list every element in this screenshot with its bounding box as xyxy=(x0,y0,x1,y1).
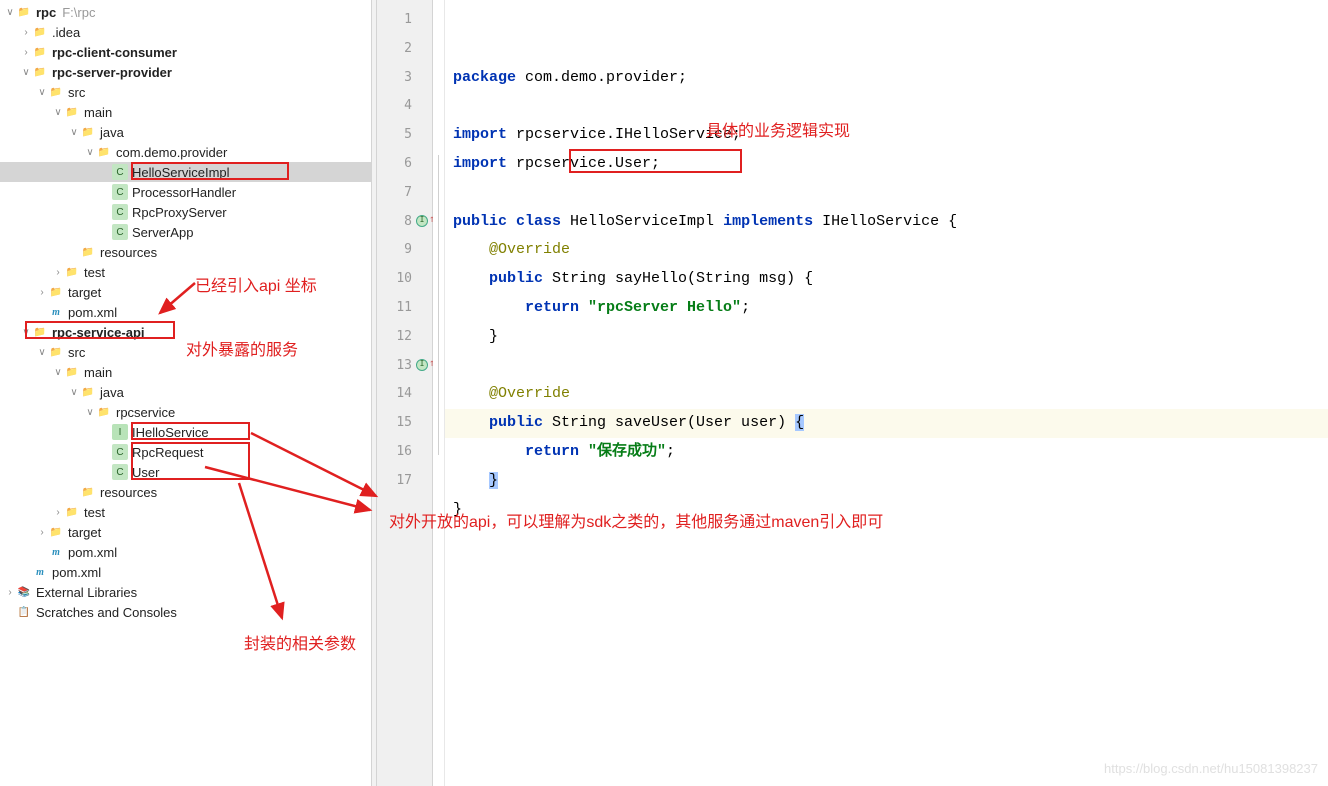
tree-item[interactable]: ›📁target xyxy=(0,522,371,542)
tree-item[interactable]: ›📁rpc-client-consumer xyxy=(0,42,371,62)
line-number: 15 xyxy=(377,409,412,438)
watermark: https://blog.csdn.net/hu15081398237 xyxy=(1104,761,1318,776)
tree-item[interactable]: mpom.xml xyxy=(0,562,371,582)
tree-item[interactable]: ›📚External Libraries xyxy=(0,582,371,602)
line-number: 14 xyxy=(377,380,412,409)
code-area[interactable]: package com.demo.provider; import rpcser… xyxy=(445,0,1328,786)
tree-item[interactable]: ›📁test xyxy=(0,262,371,282)
line-number: 2 xyxy=(377,35,412,64)
fold-bar[interactable] xyxy=(433,0,445,786)
tree-item[interactable]: ∨📁com.demo.provider xyxy=(0,142,371,162)
override-marker-icon[interactable]: I xyxy=(416,215,428,227)
line-number: 4 xyxy=(377,92,412,121)
line-number: 12 xyxy=(377,323,412,352)
tree-item[interactable]: CProcessorHandler xyxy=(0,182,371,202)
line-number: 5 xyxy=(377,121,412,150)
line-number: 6 xyxy=(377,150,412,179)
tree-item[interactable]: ∨📁main xyxy=(0,362,371,382)
tree-item[interactable]: 📁resources xyxy=(0,242,371,262)
tree-item[interactable]: ∨📁rpc-server-provider xyxy=(0,62,371,82)
line-number: 16 xyxy=(377,438,412,467)
line-number: 10 xyxy=(377,265,412,294)
tree-item[interactable]: 📋Scratches and Consoles xyxy=(0,602,371,622)
code-editor[interactable]: 1 2 3 4 5 6 7 8I 9 10 11 12 13I 14 15 16… xyxy=(377,0,1328,786)
line-gutter: 1 2 3 4 5 6 7 8I 9 10 11 12 13I 14 15 16… xyxy=(377,0,433,786)
line-number: 1 xyxy=(377,6,412,35)
line-number: 11 xyxy=(377,294,412,323)
project-tree[interactable]: ∨📁rpcF:\rpc ›📁.idea ›📁rpc-client-consume… xyxy=(0,0,372,786)
tree-item[interactable]: ∨📁java xyxy=(0,382,371,402)
tree-item[interactable]: ∨📁rpcservice xyxy=(0,402,371,422)
tree-item[interactable]: CRpcProxyServer xyxy=(0,202,371,222)
line-number: 8I xyxy=(377,208,412,237)
tree-item-selected[interactable]: CHelloServiceImpl xyxy=(0,162,371,182)
tree-item[interactable]: 📁resources xyxy=(0,482,371,502)
tree-item[interactable]: ∨📁main xyxy=(0,102,371,122)
tree-item[interactable]: ›📁test xyxy=(0,502,371,522)
line-number: 7 xyxy=(377,179,412,208)
tree-item[interactable]: CServerApp xyxy=(0,222,371,242)
tree-item[interactable]: mpom.xml xyxy=(0,302,371,322)
tree-root[interactable]: ∨📁rpcF:\rpc xyxy=(0,2,371,22)
tree-item[interactable]: ›📁.idea xyxy=(0,22,371,42)
tree-item[interactable]: CRpcRequest xyxy=(0,442,371,462)
line-number: 17 xyxy=(377,467,412,496)
tree-item[interactable]: CUser xyxy=(0,462,371,482)
tree-item[interactable]: IIHelloService xyxy=(0,422,371,442)
tree-item[interactable]: ∨📁src xyxy=(0,342,371,362)
line-number: 3 xyxy=(377,64,412,93)
line-number: 9 xyxy=(377,236,412,265)
tree-item[interactable]: ∨📁rpc-service-api xyxy=(0,322,371,342)
tree-item[interactable]: ∨📁java xyxy=(0,122,371,142)
line-number: 13I xyxy=(377,352,412,381)
tree-item[interactable]: ›📁target xyxy=(0,282,371,302)
tree-item[interactable]: mpom.xml xyxy=(0,542,371,562)
tree-item[interactable]: ∨📁src xyxy=(0,82,371,102)
override-marker-icon[interactable]: I xyxy=(416,359,428,371)
